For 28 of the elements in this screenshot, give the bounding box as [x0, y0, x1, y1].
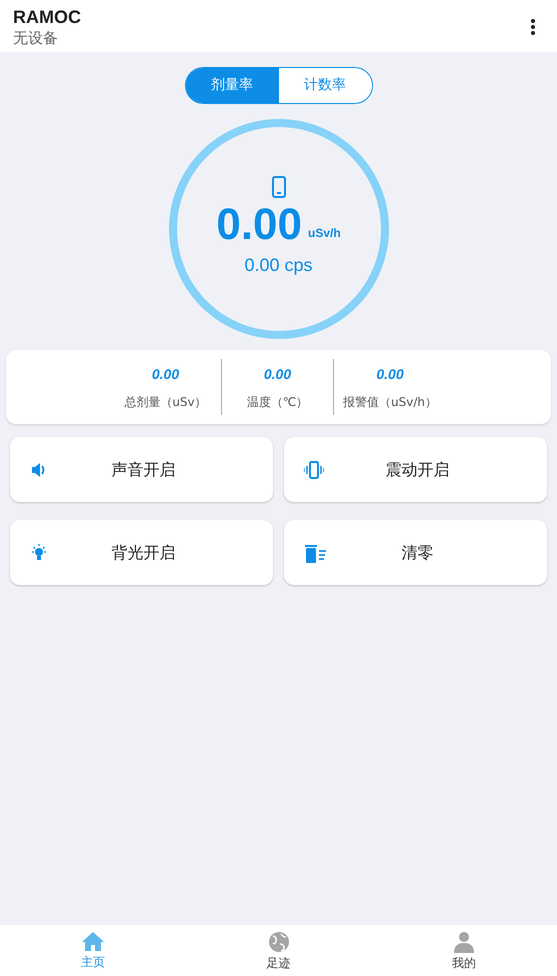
trash-icon: [304, 544, 326, 564]
stat-label: 总剂量（uSv）: [124, 394, 207, 410]
globe-icon: [268, 931, 290, 953]
toggle-button[interactable]: 声音开启: [10, 437, 273, 502]
count-rate-value: 0.00 cps: [244, 254, 313, 277]
app-title: RAMOC: [13, 6, 81, 28]
dose-rate-unit: uSv/h: [308, 224, 341, 242]
phone-icon: [272, 176, 286, 198]
stat-value: 0.00: [152, 364, 180, 384]
toggle-button[interactable]: 震动开启: [284, 437, 547, 502]
light-bulb-icon: [30, 544, 48, 561]
nav-tab[interactable]: 我的: [371, 925, 557, 976]
dose-rate-value: 0.00: [216, 200, 302, 250]
nav-tab[interactable]: 主页: [0, 925, 186, 976]
vibrate-icon: [304, 461, 324, 479]
stat-value: 0.00: [264, 364, 292, 384]
speaker-icon: [30, 461, 46, 479]
more-icon[interactable]: [530, 18, 536, 36]
home-icon: [82, 931, 104, 952]
device-status: 无设备: [13, 28, 59, 48]
toggle-button[interactable]: 清零: [284, 520, 547, 585]
stat-label: 报警值（uSv/h）: [343, 394, 437, 410]
user-icon: [453, 931, 476, 953]
nav-tab[interactable]: 足迹: [186, 925, 372, 976]
mode-tab[interactable]: 剂量率: [186, 68, 278, 103]
stat-value: 0.00: [376, 364, 404, 384]
stat-label: 温度（℃）: [246, 394, 308, 410]
toggle-button[interactable]: 背光开启: [10, 520, 273, 585]
